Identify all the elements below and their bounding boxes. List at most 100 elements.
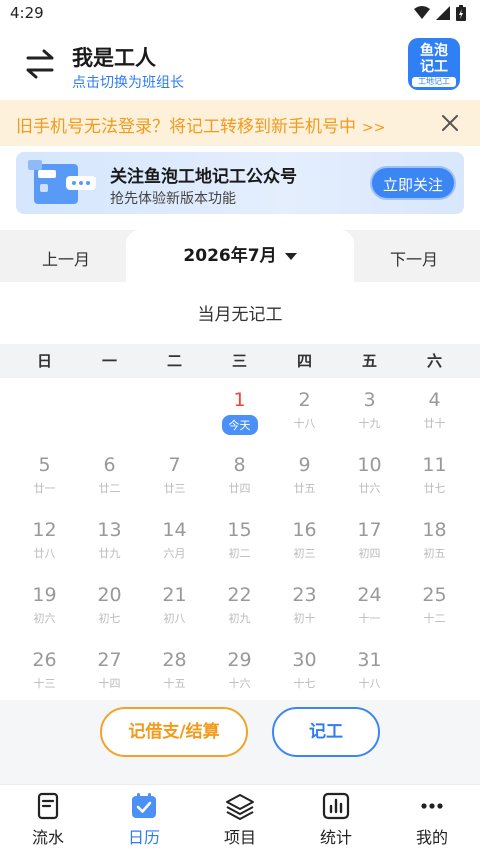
tab-ledger[interactable]: 流水: [0, 785, 96, 853]
role-title[interactable]: 我是工人: [72, 42, 156, 72]
signal-icon: [436, 6, 450, 20]
lunar-date: 廿六: [358, 482, 381, 495]
calendar-day[interactable]: 26 十三: [12, 642, 77, 707]
record-loan-settlement-button[interactable]: 记借支/结算: [100, 707, 248, 757]
weekday-label: 三: [231, 352, 247, 370]
transfer-notice[interactable]: 旧手机号无法登录？将记工转移到新手机号中 >>: [0, 100, 480, 146]
month-picker[interactable]: 2026年7月: [126, 230, 354, 282]
calendar-day[interactable]: 5 廿一: [12, 447, 77, 512]
weekday-label: 一: [101, 352, 117, 370]
lunar-date: 廿七: [423, 482, 446, 495]
wechat-follow-banner[interactable]: 关注鱼泡工地记工公众号 抢先体验新版本功能 立即关注: [16, 152, 464, 214]
tab-calendar[interactable]: 日历: [96, 785, 192, 853]
lunar-date: 廿九: [98, 547, 121, 560]
day-number: 18: [422, 519, 447, 541]
chat-illustration-icon: [28, 160, 96, 204]
day-number: 8: [233, 454, 246, 476]
calendar-day[interactable]: 12 廿八: [12, 512, 77, 577]
calendar-day[interactable]: 14 六月: [142, 512, 207, 577]
action-bar: 记借支/结算 记工: [0, 700, 480, 784]
day-number: 11: [422, 454, 447, 476]
notice-text[interactable]: 旧手机号无法登录？将记工转移到新手机号中 >>: [16, 112, 385, 137]
calendar-day[interactable]: 10 廿六: [337, 447, 402, 512]
weekday-label: 六: [426, 352, 442, 370]
day-number: 10: [357, 454, 382, 476]
calendar-day[interactable]: 27 十四: [77, 642, 142, 707]
calendar-day[interactable]: 7 廿三: [142, 447, 207, 512]
calendar-day[interactable]: 24 十一: [337, 577, 402, 642]
switch-role-link[interactable]: 点击切换为班组长: [72, 72, 184, 92]
banner-title: 关注鱼泡工地记工公众号: [110, 167, 297, 187]
tab-projects[interactable]: 项目: [192, 785, 288, 853]
calendar-day[interactable]: 16 初三: [272, 512, 337, 577]
lunar-date: 初五: [423, 547, 446, 560]
lunar-date: 廿十: [423, 417, 446, 430]
calendar-day[interactable]: 6 廿二: [77, 447, 142, 512]
tab-mine[interactable]: 我的: [384, 785, 480, 853]
tab-label: 日历: [127, 828, 160, 847]
calendar-day[interactable]: 4 廿十: [402, 382, 467, 447]
calendar-day[interactable]: 11 廿七: [402, 447, 467, 512]
chart-icon: [322, 792, 350, 820]
tab-stats[interactable]: 统计: [288, 785, 384, 853]
lunar-date: 十三: [33, 677, 56, 690]
day-number: 12: [32, 519, 57, 541]
month-summary: 当月无记工: [197, 305, 283, 325]
day-number: 29: [227, 649, 252, 671]
record-work-button[interactable]: 记工: [272, 707, 380, 757]
calendar-day[interactable]: 30 十七: [272, 642, 337, 707]
calendar-day[interactable]: 22 初九: [207, 577, 272, 642]
calendar-day[interactable]: 29 十六: [207, 642, 272, 707]
next-month-button[interactable]: 下一月: [390, 246, 438, 270]
lunar-date: 初六: [33, 612, 56, 625]
lunar-date: 廿一: [33, 482, 56, 495]
calendar-day[interactable]: 19 初六: [12, 577, 77, 642]
lunar-date: 廿三: [163, 482, 186, 495]
calendar-day[interactable]: 20 初七: [77, 577, 142, 642]
layers-icon: [226, 794, 254, 820]
calendar-day[interactable]: 15 初二: [207, 512, 272, 577]
calendar-day[interactable]: 13 廿九: [77, 512, 142, 577]
day-number: 7: [168, 454, 181, 476]
calendar-day[interactable]: 28 十五: [142, 642, 207, 707]
current-month-label: 2026年7月: [183, 246, 277, 266]
caret-down-icon: [284, 253, 297, 260]
lunar-date: 六月: [163, 547, 186, 560]
prev-month-button[interactable]: 上一月: [42, 246, 90, 270]
day-number: 31: [357, 649, 382, 671]
day-number: 9: [298, 454, 311, 476]
calendar-day-today[interactable]: 1 今天: [207, 382, 272, 447]
calendar-day[interactable]: 23 初十: [272, 577, 337, 642]
status-time: 4:29: [10, 4, 44, 22]
day-number: 27: [97, 649, 122, 671]
calendar-day[interactable]: 21 初八: [142, 577, 207, 642]
calendar-day[interactable]: 9 廿五: [272, 447, 337, 512]
calendar-day[interactable]: 3 十九: [337, 382, 402, 447]
day-number: 23: [292, 584, 317, 606]
lunar-date: 十八: [293, 417, 316, 430]
calendar-day[interactable]: 8 廿四: [207, 447, 272, 512]
lunar-date: 十五: [163, 677, 186, 690]
lunar-date: 廿四: [228, 482, 251, 495]
calendar-day[interactable]: 31 十八: [337, 642, 402, 707]
calendar-day[interactable]: 25 十二: [402, 577, 467, 642]
ledger-icon: [37, 792, 59, 820]
lunar-date: 十一: [358, 612, 381, 625]
day-number: 21: [162, 584, 187, 606]
day-number: 15: [227, 519, 252, 541]
notice-message: 旧手机号无法登录？将记工转移到新手机号中: [16, 117, 356, 137]
weekday-header: 日 一 二 三 四 五 六: [0, 344, 480, 378]
calendar-day[interactable]: 18 初五: [402, 512, 467, 577]
close-icon[interactable]: [440, 113, 460, 133]
day-number: 3: [363, 389, 376, 411]
follow-button[interactable]: 立即关注: [370, 166, 456, 200]
day-number: 17: [357, 519, 382, 541]
lunar-date: 十二: [423, 612, 446, 625]
tab-label: 统计: [319, 828, 352, 847]
day-number: 28: [162, 649, 187, 671]
day-number: 25: [422, 584, 447, 606]
tab-label: 流水: [31, 828, 64, 847]
calendar-day[interactable]: 17 初四: [337, 512, 402, 577]
calendar-day[interactable]: 2 十八: [272, 382, 337, 447]
switch-role-icon[interactable]: [22, 46, 58, 82]
